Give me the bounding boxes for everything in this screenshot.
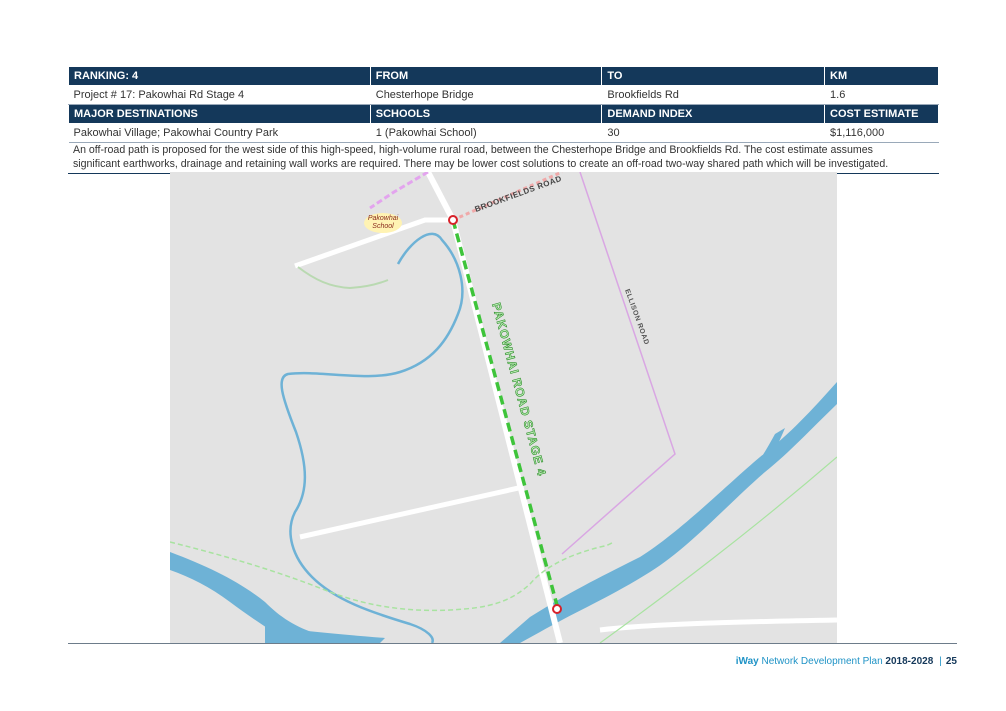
km-header: KM [824,66,939,86]
cost-header: COST ESTIMATE [824,104,939,124]
school-label: School [372,223,394,230]
project-description: An off-road path is proposed for the wes… [68,142,939,174]
km-value: 1.6 [824,85,939,105]
footer-rule [68,643,957,644]
footer-separator: | [939,656,942,667]
map-canvas: Pakowhai School BROOKFIELDS ROAD ELLISON… [170,172,837,643]
description-line: significant earthworks, drainage and ret… [73,157,889,170]
to-header: TO [601,66,826,86]
route-map: Pakowhai School BROOKFIELDS ROAD ELLISON… [170,172,837,643]
demand-value: 30 [601,123,826,143]
ranking-header: RANKING: 4 [68,66,371,86]
project-name: Project # 17: Pakowhai Rd Stage 4 [68,85,371,105]
from-header: FROM [369,66,603,86]
table-header-row: MAJOR DESTINATIONS SCHOOLS DEMAND INDEX … [68,104,939,124]
schools-header: SCHOOLS [369,104,603,124]
page-number: 25 [945,656,957,667]
table-row: Project # 17: Pakowhai Rd Stage 4 Cheste… [68,85,939,105]
end-marker [552,604,562,614]
destinations-header: MAJOR DESTINATIONS [68,104,371,124]
table-header-row: RANKING: 4 FROM TO KM [68,66,939,86]
footer-plan: Network Development Plan [758,656,883,667]
footer-brand: iWay [735,656,759,667]
start-marker [448,215,458,225]
school-label: Pakowhai [368,215,399,222]
page-footer: iWay Network Development Plan 2018-2028 |… [736,656,957,667]
cost-value: $1,116,000 [824,123,939,143]
schools-value: 1 (Pakowhai School) [369,123,603,143]
project-summary-table: RANKING: 4 FROM TO KM Project # 17: Pako… [68,66,939,143]
table-row: Pakowhai Village; Pakowhai Country Park … [68,123,939,143]
destinations-value: Pakowhai Village; Pakowhai Country Park [68,123,371,143]
to-value: Brookfields Rd [601,85,826,105]
description-line: An off-road path is proposed for the wes… [73,144,873,156]
demand-header: DEMAND INDEX [601,104,826,124]
from-value: Chesterhope Bridge [369,85,603,105]
footer-years: 2018-2028 [882,656,934,667]
